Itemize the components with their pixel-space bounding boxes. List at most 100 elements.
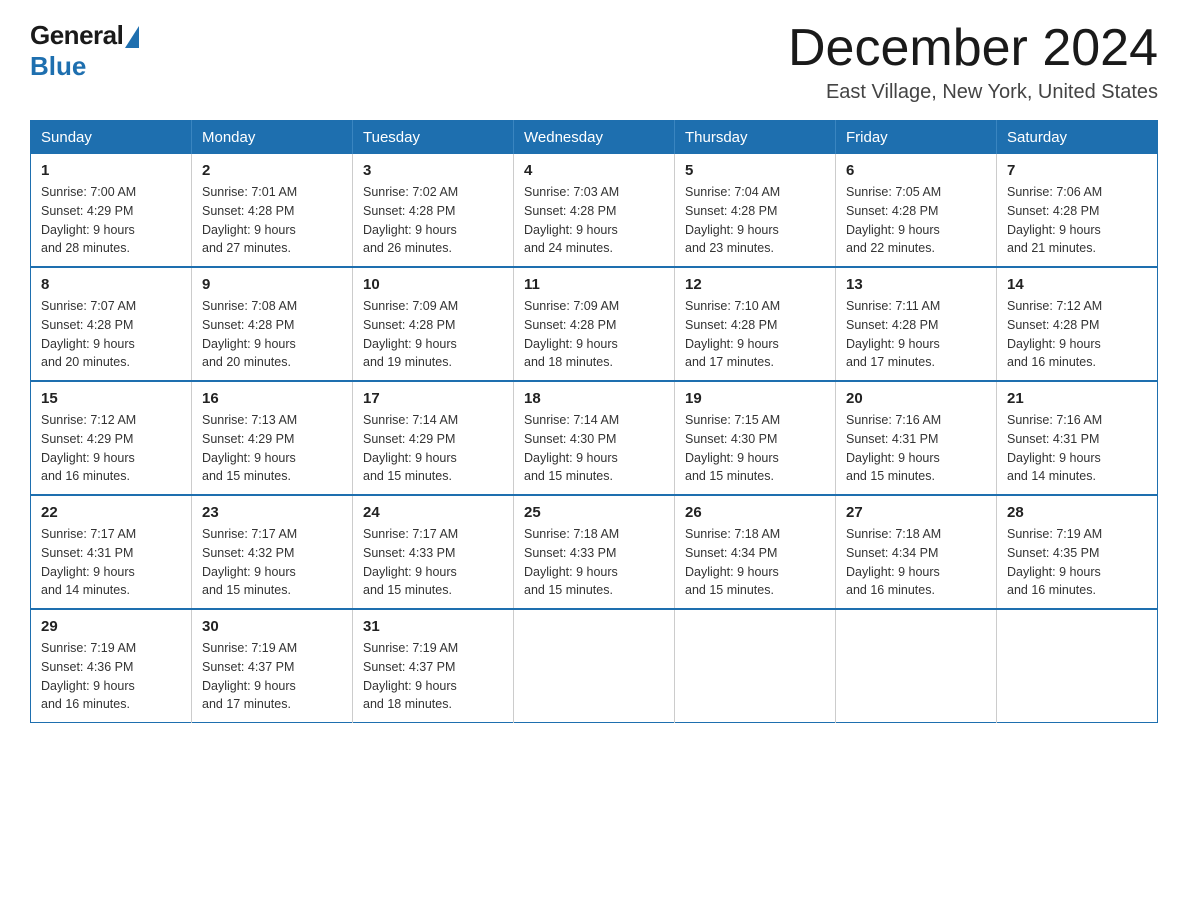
calendar-table: SundayMondayTuesdayWednesdayThursdayFrid… — [30, 120, 1158, 723]
day-number: 22 — [41, 504, 181, 521]
day-info: Sunrise: 7:03 AM Sunset: 4:28 PM Dayligh… — [524, 183, 664, 258]
calendar-cell: 20 Sunrise: 7:16 AM Sunset: 4:31 PM Dayl… — [836, 381, 997, 495]
logo: General Blue — [30, 20, 139, 82]
day-info: Sunrise: 7:14 AM Sunset: 4:29 PM Dayligh… — [363, 411, 503, 486]
day-info: Sunrise: 7:01 AM Sunset: 4:28 PM Dayligh… — [202, 183, 342, 258]
calendar-cell: 25 Sunrise: 7:18 AM Sunset: 4:33 PM Dayl… — [514, 495, 675, 609]
day-number: 20 — [846, 390, 986, 407]
calendar-cell: 31 Sunrise: 7:19 AM Sunset: 4:37 PM Dayl… — [353, 609, 514, 723]
day-info: Sunrise: 7:18 AM Sunset: 4:33 PM Dayligh… — [524, 525, 664, 600]
calendar-cell: 17 Sunrise: 7:14 AM Sunset: 4:29 PM Dayl… — [353, 381, 514, 495]
day-number: 19 — [685, 390, 825, 407]
header: General Blue December 2024 East Village,… — [30, 20, 1158, 104]
calendar-header-friday: Friday — [836, 121, 997, 155]
calendar-cell: 23 Sunrise: 7:17 AM Sunset: 4:32 PM Dayl… — [192, 495, 353, 609]
day-info: Sunrise: 7:08 AM Sunset: 4:28 PM Dayligh… — [202, 297, 342, 372]
calendar-week-row: 29 Sunrise: 7:19 AM Sunset: 4:36 PM Dayl… — [31, 609, 1158, 723]
day-info: Sunrise: 7:14 AM Sunset: 4:30 PM Dayligh… — [524, 411, 664, 486]
day-number: 12 — [685, 276, 825, 293]
calendar-cell: 7 Sunrise: 7:06 AM Sunset: 4:28 PM Dayli… — [997, 154, 1158, 267]
day-info: Sunrise: 7:19 AM Sunset: 4:37 PM Dayligh… — [363, 639, 503, 714]
day-number: 24 — [363, 504, 503, 521]
day-info: Sunrise: 7:16 AM Sunset: 4:31 PM Dayligh… — [1007, 411, 1147, 486]
location-title: East Village, New York, United States — [788, 81, 1158, 104]
day-info: Sunrise: 7:13 AM Sunset: 4:29 PM Dayligh… — [202, 411, 342, 486]
logo-blue-text: Blue — [30, 51, 86, 82]
calendar-week-row: 1 Sunrise: 7:00 AM Sunset: 4:29 PM Dayli… — [31, 154, 1158, 267]
calendar-header-wednesday: Wednesday — [514, 121, 675, 155]
calendar-cell: 10 Sunrise: 7:09 AM Sunset: 4:28 PM Dayl… — [353, 267, 514, 381]
calendar-header-row: SundayMondayTuesdayWednesdayThursdayFrid… — [31, 121, 1158, 155]
calendar-cell: 19 Sunrise: 7:15 AM Sunset: 4:30 PM Dayl… — [675, 381, 836, 495]
calendar-cell: 30 Sunrise: 7:19 AM Sunset: 4:37 PM Dayl… — [192, 609, 353, 723]
calendar-cell: 24 Sunrise: 7:17 AM Sunset: 4:33 PM Dayl… — [353, 495, 514, 609]
day-info: Sunrise: 7:00 AM Sunset: 4:29 PM Dayligh… — [41, 183, 181, 258]
day-info: Sunrise: 7:12 AM Sunset: 4:28 PM Dayligh… — [1007, 297, 1147, 372]
day-number: 16 — [202, 390, 342, 407]
calendar-cell: 27 Sunrise: 7:18 AM Sunset: 4:34 PM Dayl… — [836, 495, 997, 609]
calendar-cell: 14 Sunrise: 7:12 AM Sunset: 4:28 PM Dayl… — [997, 267, 1158, 381]
day-info: Sunrise: 7:09 AM Sunset: 4:28 PM Dayligh… — [524, 297, 664, 372]
day-info: Sunrise: 7:07 AM Sunset: 4:28 PM Dayligh… — [41, 297, 181, 372]
day-info: Sunrise: 7:11 AM Sunset: 4:28 PM Dayligh… — [846, 297, 986, 372]
day-number: 30 — [202, 618, 342, 635]
day-number: 2 — [202, 162, 342, 179]
day-number: 27 — [846, 504, 986, 521]
calendar-cell: 13 Sunrise: 7:11 AM Sunset: 4:28 PM Dayl… — [836, 267, 997, 381]
day-number: 15 — [41, 390, 181, 407]
calendar-cell: 3 Sunrise: 7:02 AM Sunset: 4:28 PM Dayli… — [353, 154, 514, 267]
day-number: 7 — [1007, 162, 1147, 179]
day-number: 5 — [685, 162, 825, 179]
day-number: 3 — [363, 162, 503, 179]
calendar-cell: 12 Sunrise: 7:10 AM Sunset: 4:28 PM Dayl… — [675, 267, 836, 381]
calendar-cell: 16 Sunrise: 7:13 AM Sunset: 4:29 PM Dayl… — [192, 381, 353, 495]
day-number: 1 — [41, 162, 181, 179]
day-info: Sunrise: 7:09 AM Sunset: 4:28 PM Dayligh… — [363, 297, 503, 372]
calendar-cell: 9 Sunrise: 7:08 AM Sunset: 4:28 PM Dayli… — [192, 267, 353, 381]
day-info: Sunrise: 7:19 AM Sunset: 4:36 PM Dayligh… — [41, 639, 181, 714]
month-title: December 2024 — [788, 20, 1158, 77]
day-info: Sunrise: 7:10 AM Sunset: 4:28 PM Dayligh… — [685, 297, 825, 372]
title-area: December 2024 East Village, New York, Un… — [788, 20, 1158, 104]
calendar-cell: 11 Sunrise: 7:09 AM Sunset: 4:28 PM Dayl… — [514, 267, 675, 381]
day-info: Sunrise: 7:17 AM Sunset: 4:33 PM Dayligh… — [363, 525, 503, 600]
calendar-cell: 6 Sunrise: 7:05 AM Sunset: 4:28 PM Dayli… — [836, 154, 997, 267]
calendar-week-row: 22 Sunrise: 7:17 AM Sunset: 4:31 PM Dayl… — [31, 495, 1158, 609]
day-info: Sunrise: 7:18 AM Sunset: 4:34 PM Dayligh… — [846, 525, 986, 600]
day-info: Sunrise: 7:12 AM Sunset: 4:29 PM Dayligh… — [41, 411, 181, 486]
calendar-cell: 8 Sunrise: 7:07 AM Sunset: 4:28 PM Dayli… — [31, 267, 192, 381]
day-number: 11 — [524, 276, 664, 293]
calendar-cell: 21 Sunrise: 7:16 AM Sunset: 4:31 PM Dayl… — [997, 381, 1158, 495]
day-info: Sunrise: 7:18 AM Sunset: 4:34 PM Dayligh… — [685, 525, 825, 600]
day-number: 28 — [1007, 504, 1147, 521]
day-number: 21 — [1007, 390, 1147, 407]
day-info: Sunrise: 7:19 AM Sunset: 4:37 PM Dayligh… — [202, 639, 342, 714]
day-number: 14 — [1007, 276, 1147, 293]
day-number: 31 — [363, 618, 503, 635]
day-number: 23 — [202, 504, 342, 521]
day-number: 17 — [363, 390, 503, 407]
calendar-cell: 26 Sunrise: 7:18 AM Sunset: 4:34 PM Dayl… — [675, 495, 836, 609]
day-info: Sunrise: 7:04 AM Sunset: 4:28 PM Dayligh… — [685, 183, 825, 258]
day-number: 29 — [41, 618, 181, 635]
calendar-cell: 2 Sunrise: 7:01 AM Sunset: 4:28 PM Dayli… — [192, 154, 353, 267]
day-number: 8 — [41, 276, 181, 293]
day-number: 18 — [524, 390, 664, 407]
calendar-week-row: 15 Sunrise: 7:12 AM Sunset: 4:29 PM Dayl… — [31, 381, 1158, 495]
day-info: Sunrise: 7:19 AM Sunset: 4:35 PM Dayligh… — [1007, 525, 1147, 600]
day-info: Sunrise: 7:16 AM Sunset: 4:31 PM Dayligh… — [846, 411, 986, 486]
calendar-cell: 4 Sunrise: 7:03 AM Sunset: 4:28 PM Dayli… — [514, 154, 675, 267]
calendar-cell: 15 Sunrise: 7:12 AM Sunset: 4:29 PM Dayl… — [31, 381, 192, 495]
calendar-cell: 18 Sunrise: 7:14 AM Sunset: 4:30 PM Dayl… — [514, 381, 675, 495]
calendar-cell — [675, 609, 836, 723]
day-number: 25 — [524, 504, 664, 521]
day-info: Sunrise: 7:05 AM Sunset: 4:28 PM Dayligh… — [846, 183, 986, 258]
calendar-cell — [997, 609, 1158, 723]
calendar-cell: 1 Sunrise: 7:00 AM Sunset: 4:29 PM Dayli… — [31, 154, 192, 267]
calendar-cell: 5 Sunrise: 7:04 AM Sunset: 4:28 PM Dayli… — [675, 154, 836, 267]
calendar-header-thursday: Thursday — [675, 121, 836, 155]
calendar-cell: 29 Sunrise: 7:19 AM Sunset: 4:36 PM Dayl… — [31, 609, 192, 723]
calendar-cell — [514, 609, 675, 723]
calendar-cell — [836, 609, 997, 723]
calendar-cell: 22 Sunrise: 7:17 AM Sunset: 4:31 PM Dayl… — [31, 495, 192, 609]
